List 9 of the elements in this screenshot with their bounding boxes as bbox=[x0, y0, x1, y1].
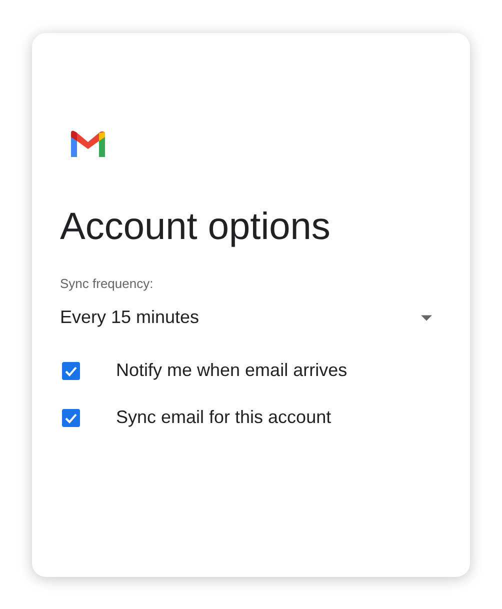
caret-icon bbox=[421, 314, 432, 320]
checkbox[interactable] bbox=[62, 362, 80, 380]
option-label: Sync email for this account bbox=[116, 407, 332, 428]
option-label: Notify me when email arrives bbox=[116, 360, 348, 381]
mail-logo-icon bbox=[68, 129, 108, 159]
checkbox[interactable] bbox=[62, 408, 80, 426]
dialog-title: Account options bbox=[60, 205, 332, 249]
field-label: Sync frequency: bbox=[60, 276, 154, 291]
frequency-dropdown[interactable]: Every 15 minutes bbox=[60, 307, 436, 328]
